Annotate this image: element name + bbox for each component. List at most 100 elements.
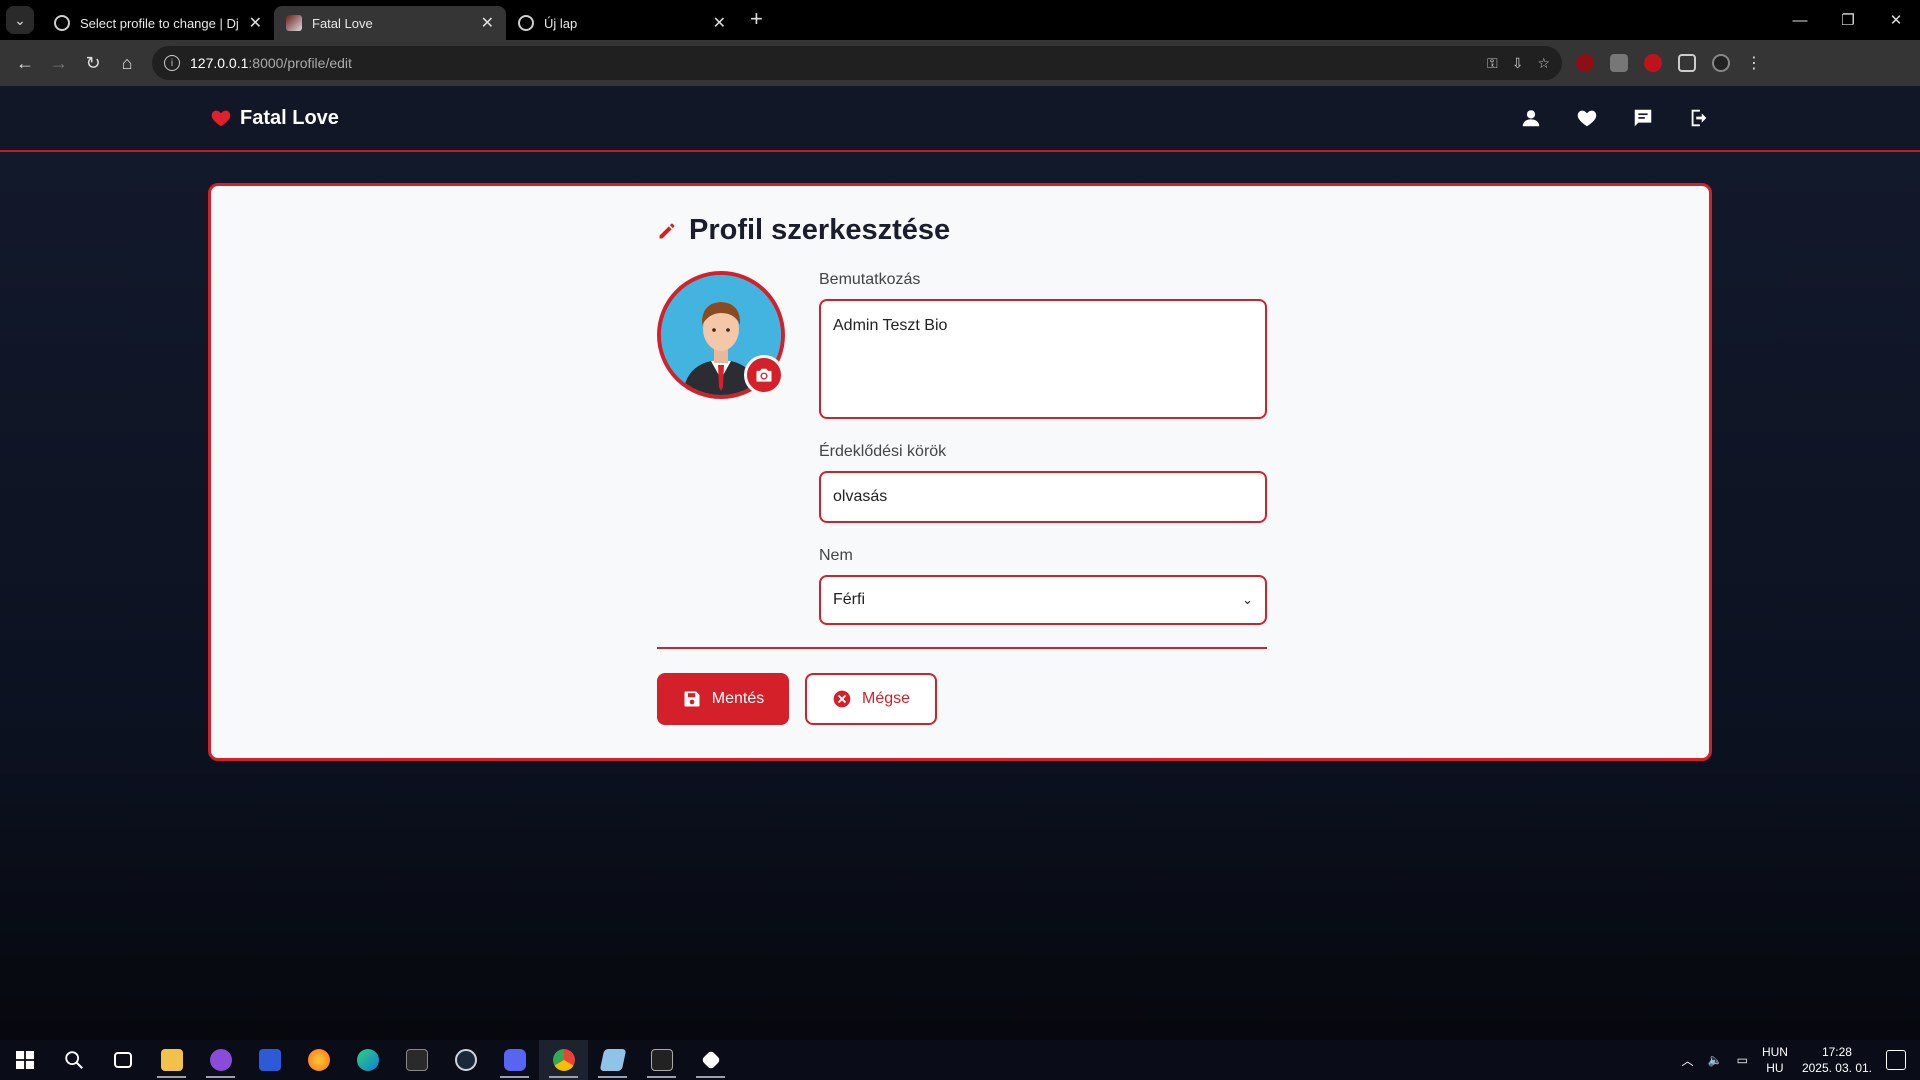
system-tray: ︿ 🔈 ▭ HUN HU 17:28 2025. 03. 01. xyxy=(1682,1044,1920,1076)
interests-input[interactable]: olvasás xyxy=(819,471,1267,523)
taskbar-terminal[interactable] xyxy=(637,1040,686,1080)
close-icon[interactable]: ✕ xyxy=(481,13,494,33)
taskbar-file-explorer[interactable] xyxy=(147,1040,196,1080)
cancel-button[interactable]: Mégse xyxy=(805,673,937,725)
profile-edit-form: Profil szerkesztése Bemutatkozás Admin T… xyxy=(657,214,1267,725)
bio-textarea[interactable]: Admin Teszt Bio xyxy=(819,299,1267,419)
tab-search-button[interactable]: ⌄ xyxy=(6,6,34,34)
taskbar-unity[interactable] xyxy=(686,1040,735,1080)
camera-icon xyxy=(756,368,772,382)
home-button[interactable]: ⌂ xyxy=(110,46,144,80)
folder-icon xyxy=(160,1049,183,1071)
extensions-area: ⋮ xyxy=(1576,53,1762,73)
site-info-icon[interactable]: i xyxy=(164,55,180,71)
chrome-icon xyxy=(552,1049,575,1071)
user-icon[interactable] xyxy=(1520,107,1542,129)
bookmark-star-icon[interactable]: ☆ xyxy=(1537,55,1550,72)
page-title-text: Profil szerkesztése xyxy=(689,214,951,246)
task-view-icon xyxy=(113,1052,132,1068)
browser-tab-strip: ⌄ Select profile to change | Djang ✕ Fat… xyxy=(0,0,1920,40)
close-icon[interactable]: ✕ xyxy=(249,13,262,33)
taskbar-apps xyxy=(0,1040,735,1080)
install-app-icon[interactable]: ⇩ xyxy=(1512,55,1524,72)
taskbar-chrome[interactable] xyxy=(539,1040,588,1080)
change-photo-button[interactable] xyxy=(744,355,784,395)
speaker-icon[interactable]: 🔈 xyxy=(1708,1053,1723,1067)
form-row: Bemutatkozás Admin Teszt Bio Érdeklődési… xyxy=(657,271,1267,645)
new-tab-button[interactable]: + xyxy=(750,6,763,32)
chevron-up-icon[interactable]: ︿ xyxy=(1682,1052,1694,1069)
browser-tab-django[interactable]: Select profile to change | Djang ✕ xyxy=(42,6,274,40)
profile-avatar-icon[interactable] xyxy=(1712,54,1730,72)
taskbar-epic-games[interactable] xyxy=(392,1040,441,1080)
brand-logo[interactable]: Fatal Love xyxy=(210,107,339,130)
interests-field-group: Érdeklődési körök olvasás xyxy=(819,443,1267,523)
gender-select[interactable]: Férfi ⌄ xyxy=(819,575,1267,625)
avatar-upload xyxy=(657,271,787,401)
taskbar-steam[interactable] xyxy=(441,1040,490,1080)
keyboard-layout: HU xyxy=(1766,1061,1784,1075)
page-title: Profil szerkesztése xyxy=(657,214,1267,247)
gender-field-group: Nem Férfi ⌄ xyxy=(819,547,1267,625)
clock-date: 2025. 03. 01. xyxy=(1801,1061,1872,1075)
extension-icon[interactable] xyxy=(1610,54,1628,72)
edge-icon xyxy=(356,1049,379,1071)
browser-menu-icon[interactable]: ⋮ xyxy=(1746,53,1762,73)
restore-button[interactable]: ❐ xyxy=(1824,0,1872,40)
search-button[interactable] xyxy=(49,1040,98,1080)
puzzle-extensions-icon[interactable] xyxy=(1678,54,1696,72)
taskbar-firefox[interactable] xyxy=(294,1040,343,1080)
windows-logo-icon xyxy=(15,1051,34,1069)
start-button[interactable] xyxy=(0,1040,49,1080)
reload-button[interactable]: ↻ xyxy=(76,46,110,80)
task-view-button[interactable] xyxy=(98,1040,147,1080)
password-key-icon[interactable]: ⚿ xyxy=(1487,55,1498,72)
floppy-save-icon xyxy=(684,691,700,707)
close-window-button[interactable]: ✕ xyxy=(1872,0,1920,40)
save-button[interactable]: Mentés xyxy=(657,673,789,725)
logout-icon[interactable] xyxy=(1688,107,1710,129)
network-icon[interactable]: ▭ xyxy=(1737,1053,1748,1067)
profile-edit-card: Profil szerkesztése Bemutatkozás Admin T… xyxy=(208,183,1712,761)
clock[interactable]: 17:28 2025. 03. 01. xyxy=(1802,1044,1872,1076)
notifications-icon[interactable] xyxy=(1886,1050,1906,1070)
lang-code: HUN xyxy=(1761,1045,1788,1059)
discord-icon xyxy=(503,1049,526,1071)
interests-label: Érdeklődési körök xyxy=(819,443,947,460)
taskbar-discord[interactable] xyxy=(490,1040,539,1080)
epic-games-icon xyxy=(405,1049,428,1071)
minimize-button[interactable]: — xyxy=(1776,0,1824,40)
taskbar-app-blue[interactable] xyxy=(245,1040,294,1080)
input-language[interactable]: HUN HU xyxy=(1762,1044,1788,1076)
windows-taskbar: ︿ 🔈 ▭ HUN HU 17:28 2025. 03. 01. xyxy=(0,1040,1920,1080)
terminal-icon xyxy=(650,1049,673,1071)
taskbar-notes[interactable] xyxy=(588,1040,637,1080)
browser-tab-new[interactable]: Új lap ✕ xyxy=(506,6,738,40)
forward-button[interactable]: → xyxy=(42,46,76,80)
tab-title: Új lap xyxy=(544,15,578,31)
blocker-extension-icon[interactable] xyxy=(1644,54,1662,72)
app-navbar: Fatal Love xyxy=(0,86,1920,152)
bio-field-group: Bemutatkozás Admin Teszt Bio xyxy=(819,271,1267,419)
heart-icon[interactable] xyxy=(1576,107,1598,129)
messages-icon[interactable] xyxy=(1632,107,1654,129)
search-icon xyxy=(64,1051,83,1069)
form-divider xyxy=(657,647,1267,649)
brand-name: Fatal Love xyxy=(240,106,339,129)
url-text: 127.0.0.1:8000/profile/edit xyxy=(190,55,352,71)
address-bar[interactable]: i 127.0.0.1:8000/profile/edit ⚿ ⇩ ☆ xyxy=(152,46,1562,80)
taskbar-edge[interactable] xyxy=(343,1040,392,1080)
ublock-extension-icon[interactable] xyxy=(1576,54,1594,72)
gender-selected-value: Férfi xyxy=(833,591,865,608)
close-icon[interactable]: ✕ xyxy=(713,13,726,33)
app-page: Fatal Love Profil szerkesztése Bemutatko… xyxy=(0,86,1920,1040)
browser-tab-fatal-love[interactable]: Fatal Love ✕ xyxy=(274,6,506,40)
tab-title: Fatal Love xyxy=(312,15,373,31)
globe-icon xyxy=(54,15,70,31)
nav-icons xyxy=(1520,107,1710,129)
back-button[interactable]: ← xyxy=(8,46,42,80)
taskbar-github[interactable] xyxy=(196,1040,245,1080)
browser-toolbar: ← → ↻ ⌂ i 127.0.0.1:8000/profile/edit ⚿ … xyxy=(0,40,1920,86)
globe-icon xyxy=(518,15,534,31)
heart-logo-icon xyxy=(211,110,231,127)
